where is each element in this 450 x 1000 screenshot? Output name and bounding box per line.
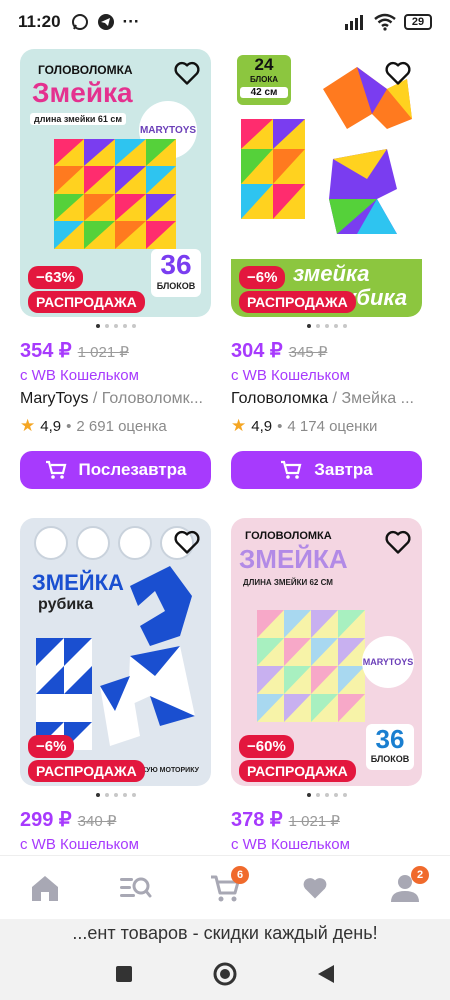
image-title: Змейка [32,77,133,108]
product-image[interactable]: ЗМЕЙКА рубика мелкую моторику −6% РАСПРО… [20,518,211,786]
product-card[interactable]: Головоломка ЗМЕЙКА длина змейки 62 см MA… [231,518,422,853]
product-title[interactable]: MaryToys / Головоломк... [20,390,211,408]
product-brand: MaryToys [20,390,89,407]
old-price: 345 ₽ [288,344,328,361]
image-heading: Головоломка [245,530,332,542]
image-pager-dots [20,324,211,328]
sale-badge: РАСПРОДАЖА [239,291,356,313]
image-title: змейка [293,261,370,286]
rating-value: 4,9 [251,417,273,435]
product-title[interactable]: Головоломка / Змейка ... [231,390,422,408]
delivery-label: Послезавтра [78,460,187,479]
wallet-price-note: с WB Кошельком [20,367,139,384]
discount-badge: −63% [28,266,83,289]
product-image[interactable]: Головоломка Змейка длина змейки 61 см MA… [20,49,211,317]
tab-profile[interactable]: 2 [385,865,429,908]
image-subtitle: длина змейки 62 см [243,578,333,587]
image-pager-dots [231,793,422,797]
sale-badge: РАСПРОДАЖА [28,760,145,782]
old-price: 1 021 ₽ [288,813,340,830]
brand-logo: MARYTOYS [362,636,414,688]
discount-badge: −6% [239,266,286,289]
review-count: 4 174 оценки [287,417,378,435]
image-pager-dots [231,324,422,328]
image-subtitle: длина змейки 61 см [30,113,127,125]
price-row: 378 ₽ 1 021 ₽ [231,807,422,832]
cart-icon [45,460,66,479]
recents-button[interactable] [114,964,134,984]
review-count: 2 691 оценка [76,417,167,435]
back-button[interactable] [316,963,336,985]
rating: ★ 4,9 • 2 691 оценка [20,416,167,435]
product-brand: Головоломка [231,390,329,407]
profile-notification-badge: 2 [411,865,429,884]
favorite-heart-icon[interactable] [173,59,201,87]
product-card[interactable]: Головоломка Змейка длина змейки 61 см MA… [20,49,211,489]
bottom-tab-bar: 6 2 [0,855,450,919]
blocks-count-badge: 36 блоков [151,249,201,297]
star-icon: ★ [231,416,247,435]
add-to-cart-button[interactable]: Послезавтра [20,451,211,489]
favorite-heart-icon[interactable] [384,528,412,556]
image-title: ЗМЕЙКА [239,544,348,574]
whatsapp-icon [71,14,88,30]
price-row: 299 ₽ 340 ₽ [20,807,211,832]
discount-badge: −60% [239,735,294,758]
image-pager-dots [20,793,211,797]
product-image[interactable]: 24 блока 42 см змейка рубика −6% РАСПРОД… [231,49,422,317]
wifi-icon [374,13,396,31]
thumbnail-strip [34,526,194,560]
heart-icon [303,877,327,898]
status-bar: 11:20 ··· 29 [0,0,450,44]
system-navigation-bar [0,947,450,1000]
sale-badge: РАСПРОДАЖА [28,291,145,313]
status-time: 11:20 [18,12,61,31]
wallet-price-note: с WB Кошельком [231,367,350,384]
favorite-heart-icon[interactable] [173,528,201,556]
price: 378 ₽ [231,809,283,831]
tab-home[interactable] [25,868,65,908]
product-name: Головоломк... [101,390,203,407]
product-card[interactable]: 24 блока 42 см змейка рубика −6% РАСПРОД… [231,49,422,489]
product-name: Змейка ... [341,390,414,407]
home-icon [32,875,58,901]
favorite-heart-icon[interactable] [384,59,412,87]
puzzle-cube-image [257,610,365,722]
price: 354 ₽ [20,340,72,362]
price-row: 354 ₽ 1 021 ₽ [20,338,211,363]
sale-badge: РАСПРОДАЖА [239,760,356,782]
signal-icon [345,15,363,30]
old-price: 1 021 ₽ [77,344,129,361]
price-row: 304 ₽ 345 ₽ [231,338,422,363]
star-icon: ★ [20,416,36,435]
blocks-count-badge: 36 блоков [366,724,414,770]
cart-count-badge: 6 [231,865,249,884]
rating: ★ 4,9 • 4 174 оценки [231,416,378,435]
wallet-price-note: с WB Кошельком [20,836,139,853]
product-image[interactable]: Головоломка ЗМЕЙКА длина змейки 62 см MA… [231,518,422,786]
price: 299 ₽ [20,809,72,831]
wallet-price-note: с WB Кошельком [231,836,350,853]
image-heading: Головоломка [38,63,133,77]
tab-cart[interactable]: 6 [205,865,249,908]
catalog-search-icon [120,877,152,897]
cart-icon [281,460,302,479]
price: 304 ₽ [231,340,283,362]
tab-catalog[interactable] [115,868,155,908]
delivery-label: Завтра [314,460,373,479]
promo-ticker[interactable]: ...ент товаров - скидки каждый день! [0,919,450,947]
add-to-cart-button[interactable]: Завтра [231,451,422,489]
tab-favorites[interactable] [295,868,335,908]
product-grid[interactable]: Головоломка Змейка длина змейки 61 см MA… [0,44,450,854]
old-price: 340 ₽ [77,813,117,830]
product-card[interactable]: ЗМЕЙКА рубика мелкую моторику −6% РАСПРО… [20,518,211,853]
home-button[interactable] [212,961,238,987]
more-notifications-icon: ··· [122,12,140,31]
puzzle-cube-image [54,139,176,249]
battery-icon: 29 [404,14,432,30]
telegram-icon [97,14,114,30]
discount-badge: −6% [28,735,75,758]
rating-value: 4,9 [40,417,62,435]
